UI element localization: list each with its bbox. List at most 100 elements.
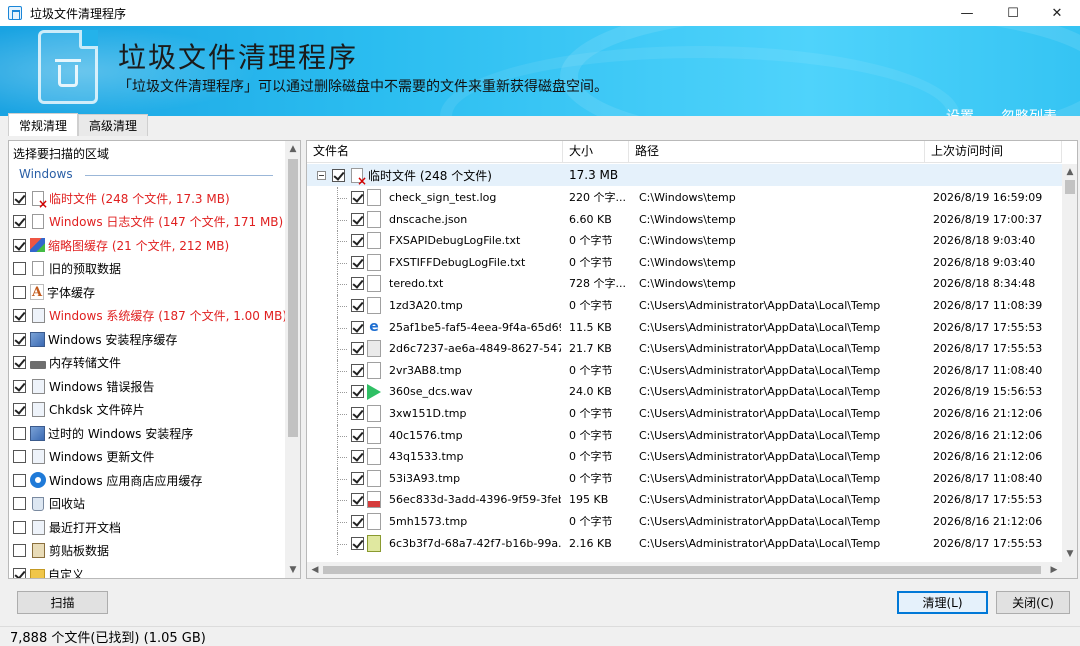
scan-area-item[interactable]: A 字体缓存 [11,281,283,303]
scan-area-item[interactable]: 自定义 [11,563,283,578]
area-checkbox[interactable] [13,262,26,275]
file-checkbox[interactable] [351,493,364,507]
file-checkbox[interactable] [351,385,364,399]
area-checkbox[interactable] [13,285,26,299]
file-row[interactable]: FXSTIFFDebugLogFile.txt 0 个字节 C:\Windows\t… [307,251,1062,274]
file-row[interactable]: 5mh1573.tmp 0 个字节 C:\Users\Administrator\A… [307,511,1062,533]
collapse-icon[interactable] [317,170,326,180]
minimize-button[interactable]: — [944,0,990,26]
close-window-button[interactable]: ✕ [1034,0,1080,26]
file-checkbox[interactable] [351,212,364,226]
file-row[interactable]: 6c3b3f7d-68a7-42f7-b16b-99a... 2.16 KB C:\… [307,532,1062,555]
scan-area-item[interactable]: Windows 错误报告 [11,375,283,397]
column-name[interactable]: 文件名 [307,141,563,163]
area-checkbox[interactable] [13,473,26,487]
file-checkbox[interactable] [351,536,364,550]
column-path[interactable]: 路径 [629,141,925,163]
group-row-temp-files[interactable]: 临时文件 (248 个文件) 17.3 MB [307,164,1062,188]
file-checkbox[interactable] [351,450,364,464]
area-checkbox[interactable] [13,520,26,534]
scroll-down-icon[interactable]: ▼ [285,562,300,578]
area-label: 缩略图缓存 (21 个文件, 212 MB) [48,238,230,253]
file-checkbox[interactable] [351,363,364,377]
file-accessed: 2026/8/17 11:08:40 [933,363,1043,377]
scan-area-item[interactable]: 缩略图缓存 (21 个文件, 212 MB) [11,234,283,256]
scan-button[interactable]: 扫描 [17,591,108,614]
area-checkbox[interactable] [13,332,26,346]
scan-area-item[interactable]: Windows 日志文件 (147 个文件, 171 MB) [11,211,283,233]
area-checkbox[interactable] [13,544,26,557]
scan-area-item[interactable]: 回收站 [11,493,283,515]
file-checkbox[interactable] [351,428,364,442]
ignore-list-link[interactable]: 忽略列表 [1001,106,1057,116]
file-checkbox[interactable] [351,277,364,291]
scan-area-item[interactable]: 内存转储文件 [11,352,283,374]
file-checkbox[interactable] [351,471,364,485]
file-row[interactable]: 53i3A93.tmp 0 个字节 C:\Users\Administrator\A… [307,467,1062,490]
scan-area-item[interactable]: Windows 安装程序缓存 [11,328,283,350]
area-checkbox[interactable] [13,497,26,510]
scan-area-item[interactable]: 旧的预取数据 [11,258,283,280]
file-row[interactable]: 3xw151D.tmp 0 个字节 C:\Users\Administrator\A… [307,403,1062,425]
column-accessed[interactable]: 上次访问时间 [925,141,1062,163]
file-checkbox[interactable] [351,320,364,334]
file-name: 6c3b3f7d-68a7-42f7-b16b-99a... [389,536,561,550]
area-checkbox[interactable] [13,191,26,205]
file-checkbox[interactable] [351,191,364,204]
area-checkbox[interactable] [13,238,26,252]
column-size[interactable]: 大小 [563,141,629,163]
scroll-up-icon[interactable]: ▲ [1062,164,1077,180]
area-checkbox[interactable] [13,450,26,463]
scan-area-item[interactable]: Windows 更新文件 [11,446,283,468]
left-vertical-scrollbar[interactable]: ▲ ▼ [285,141,300,578]
scan-area-item[interactable]: 最近打开文档 [11,516,283,538]
scan-area-item[interactable]: Windows 应用商店应用缓存 [11,469,283,491]
scroll-left-icon[interactable]: ◀ [307,562,323,578]
file-row[interactable]: 2vr3AB8.tmp 0 个字节 C:\Users\Administrator\A… [307,359,1062,382]
area-checkbox[interactable] [13,356,26,369]
area-checkbox[interactable] [13,567,26,578]
right-vertical-scrollbar[interactable]: ▲ ▼ [1062,164,1077,562]
file-checkbox[interactable] [351,255,364,269]
area-checkbox[interactable] [13,426,26,440]
file-row[interactable]: 1zd3A20.tmp 0 个字节 C:\Users\Administrator\A… [307,295,1062,317]
scan-area-item[interactable]: 剪贴板数据 [11,540,283,562]
clean-button[interactable]: 清理(L) [897,591,988,614]
group-checkbox[interactable] [332,168,345,182]
scroll-right-icon[interactable]: ▶ [1046,562,1062,578]
scan-area-item[interactable]: 临时文件 (248 个文件, 17.3 MB) [11,187,283,211]
file-row[interactable]: e 25af1be5-faf5-4eea-9f4a-65d69... 11.5 KB… [307,316,1062,339]
file-row[interactable]: 56ec833d-3add-4396-9f59-3feb... 195 KB C:\… [307,489,1062,512]
file-checkbox[interactable] [351,234,364,248]
file-row[interactable]: 43q1533.tmp 0 个字节 C:\Users\Administrator\A… [307,446,1062,469]
file-checkbox[interactable] [351,407,364,420]
settings-link[interactable]: 设置 [946,106,974,116]
maximize-button[interactable]: ☐ [990,0,1036,26]
scan-area-item[interactable]: Chkdsk 文件碎片 [11,399,283,421]
close-button[interactable]: 关闭(C) [996,591,1070,614]
scroll-thumb[interactable] [323,566,1041,574]
scroll-thumb[interactable] [288,159,298,437]
file-row[interactable]: dnscache.json 6.60 KB C:\Windows\temp 2026/… [307,208,1062,231]
file-row[interactable]: 360se_dcs.wav 24.0 KB C:\Users\Administrat… [307,381,1062,404]
area-checkbox[interactable] [13,215,26,228]
horizontal-scrollbar[interactable]: ◀ ▶ [307,562,1062,578]
file-checkbox[interactable] [351,299,364,312]
scan-area-item[interactable]: 过时的 Windows 安装程序 [11,422,283,444]
scroll-up-icon[interactable]: ▲ [285,141,300,157]
tab-advanced-clean[interactable]: 高级清理 [78,114,149,136]
scan-area-item[interactable]: Windows 系统缓存 (187 个文件, 1.00 MB) [11,305,287,327]
area-checkbox[interactable] [13,379,26,393]
tab-general-clean[interactable]: 常规清理 [8,113,79,136]
file-row[interactable]: FXSAPIDebugLogFile.txt 0 个字节 C:\Windows\te… [307,230,1062,253]
file-row[interactable]: 40c1576.tmp 0 个字节 C:\Users\Administrator\A… [307,424,1062,447]
file-row[interactable]: teredo.txt 728 个字... C:\Windows\temp 2026/8… [307,273,1062,296]
file-checkbox[interactable] [351,342,364,356]
area-checkbox[interactable] [13,403,26,416]
file-row[interactable]: check_sign_test.log 220 个字... C:\Windows\t… [307,187,1062,209]
scroll-thumb[interactable] [1065,180,1075,194]
file-checkbox[interactable] [351,515,364,528]
area-checkbox[interactable] [13,309,26,322]
file-row[interactable]: 2d6c7237-ae6a-4849-8627-547... 21.7 KB C:\… [307,338,1062,361]
scroll-down-icon[interactable]: ▼ [1062,546,1077,562]
